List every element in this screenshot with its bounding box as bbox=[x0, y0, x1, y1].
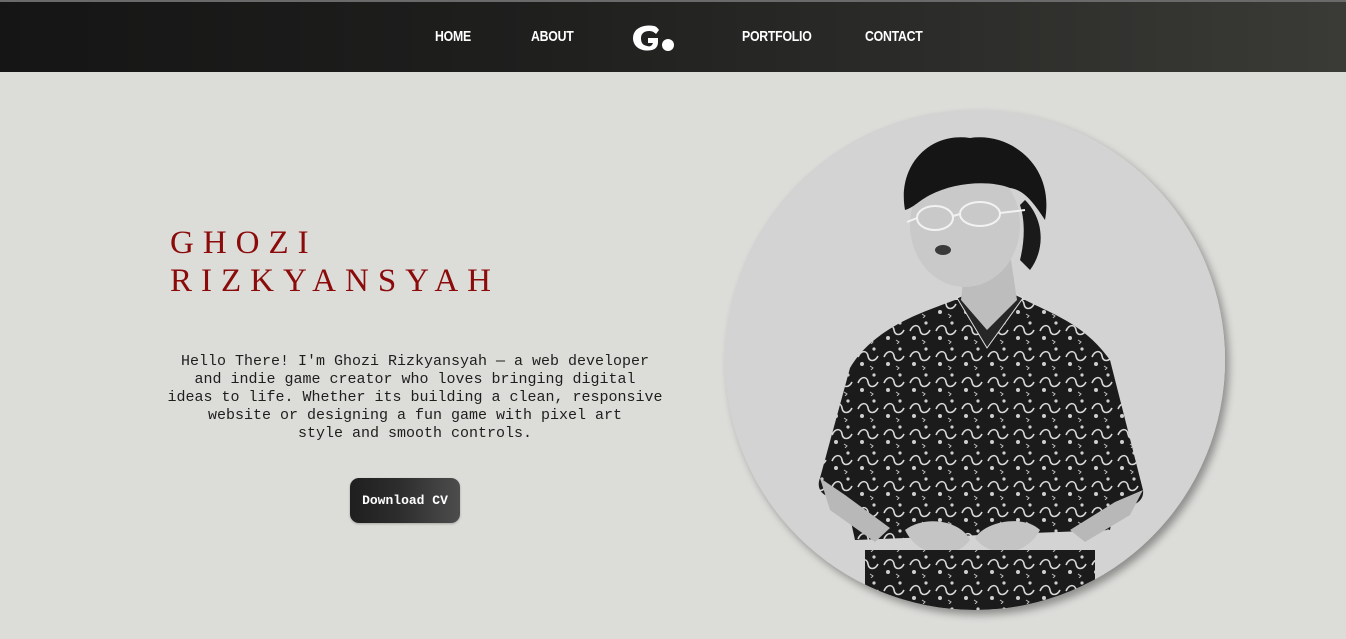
intro-line: Hello There! I'm Ghozi Rizkyansyah — a w… bbox=[180, 353, 650, 370]
intro-line: ideas to life. Whether its building a cl… bbox=[167, 389, 663, 406]
hero-name-heading: GHOZI RIZKYANSYAH bbox=[170, 224, 500, 300]
intro-line: website or designing a fun game with pix… bbox=[207, 407, 623, 424]
hero-name-first: GHOZI bbox=[170, 225, 318, 261]
nav-link-portfolio[interactable]: PORTFOLIO bbox=[742, 28, 812, 45]
top-navigation-bar: HOME ABOUT PORTFOLIO CONTACT bbox=[0, 0, 1346, 72]
intro-line: style and smooth controls. bbox=[297, 425, 533, 442]
portrait-photo-illustration bbox=[725, 110, 1225, 610]
nav-link-about[interactable]: ABOUT bbox=[531, 28, 574, 45]
profile-photo bbox=[725, 110, 1225, 610]
nav-link-contact[interactable]: CONTACT bbox=[865, 28, 923, 45]
brand-logo-icon[interactable] bbox=[630, 22, 680, 54]
intro-line: and indie game creator who loves bringin… bbox=[194, 371, 636, 388]
nav-link-home[interactable]: HOME bbox=[435, 28, 471, 45]
download-cv-button[interactable]: Download CV bbox=[350, 478, 460, 523]
intro-paragraph: Hello There! I'm Ghozi Rizkyansyah — a w… bbox=[140, 353, 690, 443]
hero-name-last: RIZKYANSYAH bbox=[170, 263, 501, 299]
